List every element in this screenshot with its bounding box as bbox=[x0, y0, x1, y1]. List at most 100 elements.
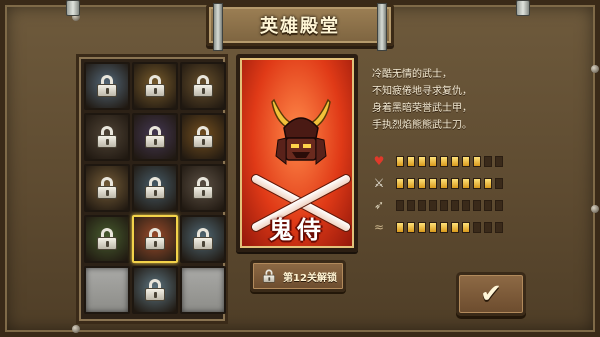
stat-pip bbox=[396, 177, 404, 189]
unlock-level-label: 第12关解锁 bbox=[283, 272, 337, 284]
samurai-helmet-icon bbox=[271, 98, 331, 166]
stat-pip bbox=[462, 155, 470, 167]
nail-decoration bbox=[591, 65, 599, 73]
stat-pip bbox=[396, 155, 404, 167]
hero-slot[interactable] bbox=[132, 62, 178, 110]
stat-pip bbox=[495, 221, 503, 233]
lock-icon bbox=[145, 228, 165, 250]
bow-icon: ➶ bbox=[373, 198, 385, 212]
hero-slot[interactable] bbox=[84, 215, 130, 263]
stat-pip bbox=[462, 177, 470, 189]
nail-decoration bbox=[72, 325, 80, 333]
stat-pip bbox=[484, 221, 492, 233]
lock-icon bbox=[145, 126, 165, 148]
stat-pip bbox=[418, 199, 426, 211]
stat-pip bbox=[407, 221, 415, 233]
stat-pip bbox=[396, 221, 404, 233]
hero-slot[interactable] bbox=[180, 113, 226, 161]
stat-pip bbox=[462, 221, 470, 233]
stat-pip bbox=[440, 199, 448, 211]
stat-pip bbox=[429, 199, 437, 211]
hero-stats: ♥ ⚔ ➶ ≈ bbox=[372, 150, 522, 238]
boot-icon: ≈ bbox=[373, 220, 385, 234]
lock-icon bbox=[193, 228, 213, 250]
checkmark-icon: ✔ bbox=[480, 279, 502, 309]
stat-row: ≈ bbox=[372, 216, 522, 238]
stat-pip bbox=[407, 177, 415, 189]
stat-pip bbox=[473, 221, 481, 233]
stat-pip bbox=[451, 221, 459, 233]
metal-brace-decoration bbox=[377, 3, 387, 51]
description-line: 手执烈焰熊熊武士刀。 bbox=[372, 120, 472, 131]
page-title: 英雄殿堂 bbox=[260, 16, 340, 37]
lock-icon bbox=[263, 269, 276, 283]
confirm-button[interactable]: ✔ bbox=[456, 272, 526, 316]
stat-pip bbox=[473, 177, 481, 189]
hero-slot[interactable] bbox=[84, 164, 130, 212]
stat-row: ♥ bbox=[372, 150, 522, 172]
stat-pip bbox=[451, 155, 459, 167]
stat-pip bbox=[407, 199, 415, 211]
hero-slot[interactable] bbox=[180, 62, 226, 110]
hero-slot[interactable] bbox=[180, 164, 226, 212]
stat-pip bbox=[484, 155, 492, 167]
stat-row: ⚔ bbox=[372, 172, 522, 194]
nail-decoration bbox=[591, 205, 599, 213]
stat-pip bbox=[462, 199, 470, 211]
sword-icon: ⚔ bbox=[373, 176, 385, 190]
empty-hero-slot[interactable] bbox=[84, 266, 130, 314]
stat-pip bbox=[495, 155, 503, 167]
stat-pip bbox=[473, 155, 481, 167]
stat-pip bbox=[484, 199, 492, 211]
stat-pip bbox=[429, 177, 437, 189]
lock-icon bbox=[145, 279, 165, 301]
stat-pip bbox=[440, 155, 448, 167]
hero-name: 鬼侍 bbox=[269, 216, 325, 244]
lock-icon bbox=[97, 228, 117, 250]
stat-pip bbox=[440, 221, 448, 233]
hero-description: 冷酷无情的武士， 不知疲倦地寻求复仇， 身着黑暗荣誉武士甲， 手执烈焰熊熊武士刀… bbox=[372, 66, 522, 134]
stat-pip bbox=[418, 155, 426, 167]
heart-icon: ♥ bbox=[373, 154, 385, 168]
stat-pip bbox=[440, 177, 448, 189]
stat-bar bbox=[396, 177, 503, 189]
empty-hero-slot[interactable] bbox=[180, 266, 226, 314]
stat-bar bbox=[396, 155, 503, 167]
stat-pip bbox=[451, 177, 459, 189]
title-banner: 英雄殿堂 bbox=[206, 3, 394, 51]
stat-row: ➶ bbox=[372, 194, 522, 216]
hero-slot[interactable] bbox=[132, 164, 178, 212]
hero-slot[interactable] bbox=[132, 266, 178, 314]
lock-icon bbox=[145, 75, 165, 97]
hero-roster-grid bbox=[76, 54, 228, 324]
hero-slot[interactable] bbox=[132, 113, 178, 161]
lock-icon bbox=[97, 177, 117, 199]
hero-slot[interactable] bbox=[84, 62, 130, 110]
hero-portrait-card: 鬼侍 bbox=[236, 54, 358, 252]
metal-brace-decoration bbox=[213, 3, 223, 51]
stat-pip bbox=[484, 177, 492, 189]
lock-icon bbox=[193, 177, 213, 199]
metal-clip-decoration bbox=[516, 0, 530, 16]
hero-slot[interactable] bbox=[84, 113, 130, 161]
lock-icon bbox=[193, 75, 213, 97]
stat-pip bbox=[407, 155, 415, 167]
stat-pip bbox=[495, 177, 503, 189]
lock-icon bbox=[97, 126, 117, 148]
lock-icon bbox=[97, 75, 117, 97]
description-line: 冷酷无情的武士， bbox=[372, 69, 452, 80]
stat-bar bbox=[396, 199, 503, 211]
unlock-level-button[interactable]: 第12关解锁 bbox=[250, 260, 346, 292]
stat-pip bbox=[473, 199, 481, 211]
stat-bar bbox=[396, 221, 503, 233]
stat-pip bbox=[429, 155, 437, 167]
lock-icon bbox=[193, 126, 213, 148]
stat-pip bbox=[418, 221, 426, 233]
description-line: 不知疲倦地寻求复仇， bbox=[372, 86, 472, 97]
lock-icon bbox=[145, 177, 165, 199]
metal-clip-decoration bbox=[66, 0, 80, 16]
stat-pip bbox=[451, 199, 459, 211]
hero-slot[interactable] bbox=[180, 215, 226, 263]
description-line: 身着黑暗荣誉武士甲， bbox=[372, 103, 472, 114]
hero-slot[interactable] bbox=[132, 215, 178, 263]
